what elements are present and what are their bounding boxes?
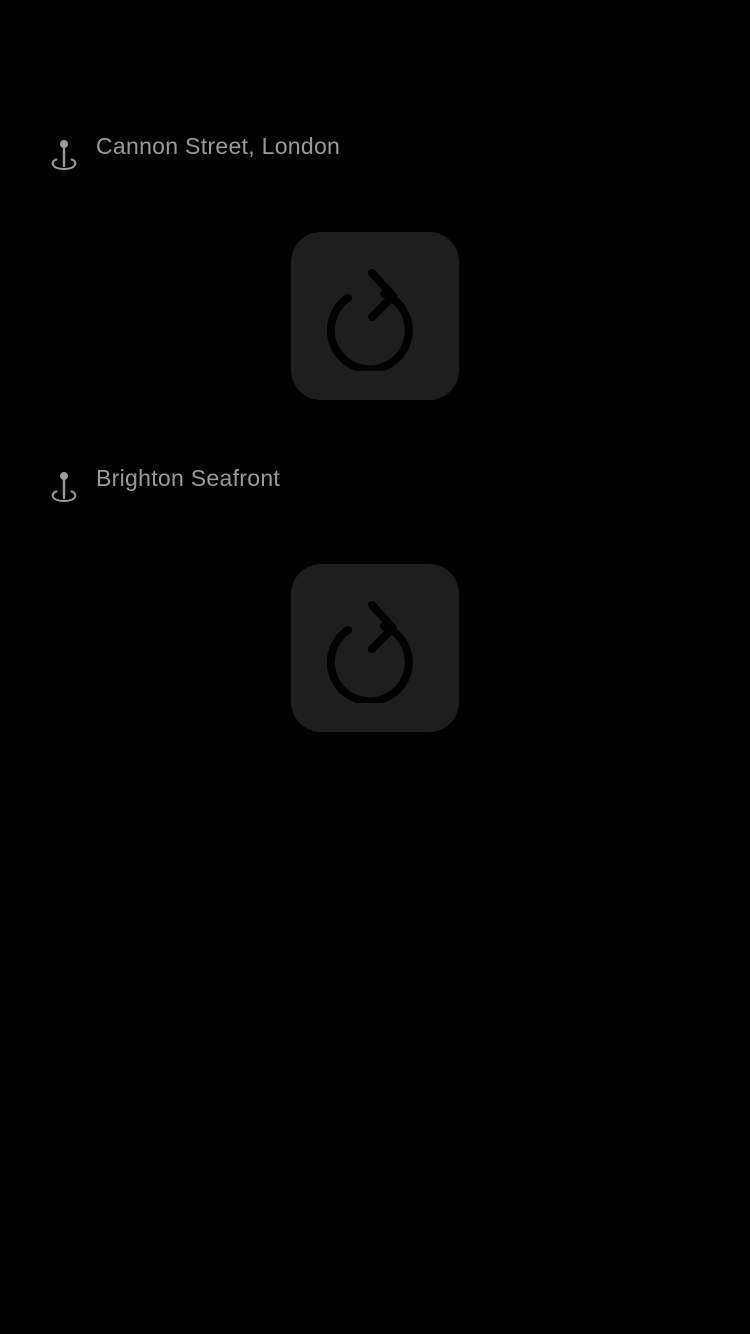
reload-icon xyxy=(327,593,423,703)
location-header: Brighton Seafront xyxy=(48,464,280,504)
map-pin-icon xyxy=(48,132,80,174)
reload-button[interactable] xyxy=(291,564,459,732)
location-header: Cannon Street, London xyxy=(48,132,340,172)
reload-icon xyxy=(327,261,423,371)
reload-button[interactable] xyxy=(291,232,459,400)
location-label: Cannon Street, London xyxy=(96,133,341,159)
location-label: Brighton Seafront xyxy=(96,465,281,491)
map-pin-icon xyxy=(48,464,80,506)
